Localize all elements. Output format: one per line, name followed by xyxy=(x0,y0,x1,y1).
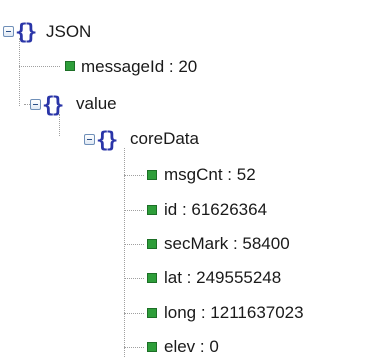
node-label-coredata[interactable]: coreData xyxy=(130,128,199,150)
tree-guide-line xyxy=(124,347,144,348)
collapse-toggle-coredata[interactable] xyxy=(84,134,95,145)
tree-guide-line xyxy=(124,210,144,211)
node-label-msgcnt[interactable]: msgCnt : 52 xyxy=(164,164,256,186)
leaf-value-icon xyxy=(147,170,157,180)
node-label-long[interactable]: long : 1211637023 xyxy=(164,302,304,324)
tree-guide-line xyxy=(19,38,20,106)
node-label-id[interactable]: id : 61626364 xyxy=(164,199,267,221)
collapse-toggle-value[interactable] xyxy=(30,99,41,110)
braces-icon: {} xyxy=(15,20,37,44)
tree-guide-line xyxy=(124,313,144,314)
braces-icon: {} xyxy=(42,93,64,117)
node-label-lat[interactable]: lat : 249555248 xyxy=(164,267,281,289)
leaf-value-icon xyxy=(147,205,157,215)
leaf-value-icon xyxy=(147,239,157,249)
tree-guide-line xyxy=(124,278,144,279)
tree-guide-line xyxy=(124,148,125,357)
node-label-secmark[interactable]: secMark : 58400 xyxy=(164,233,290,255)
leaf-value-icon xyxy=(147,308,157,318)
node-label-elev[interactable]: elev : 0 xyxy=(164,336,219,358)
collapse-toggle-json[interactable] xyxy=(3,26,14,37)
node-label-messageid[interactable]: messageId : 20 xyxy=(81,56,197,78)
tree-guide-line xyxy=(124,244,144,245)
tree-guide-line xyxy=(19,66,60,67)
node-label-json[interactable]: JSON xyxy=(46,21,91,43)
json-tree-view: {} JSON messageId : 20 {} value {} coreD… xyxy=(0,0,370,361)
leaf-value-icon xyxy=(147,342,157,352)
tree-guide-line xyxy=(124,175,144,176)
braces-icon: {} xyxy=(96,128,118,152)
leaf-value-icon xyxy=(147,273,157,283)
leaf-value-icon xyxy=(65,61,75,71)
node-label-value[interactable]: value xyxy=(76,93,117,115)
